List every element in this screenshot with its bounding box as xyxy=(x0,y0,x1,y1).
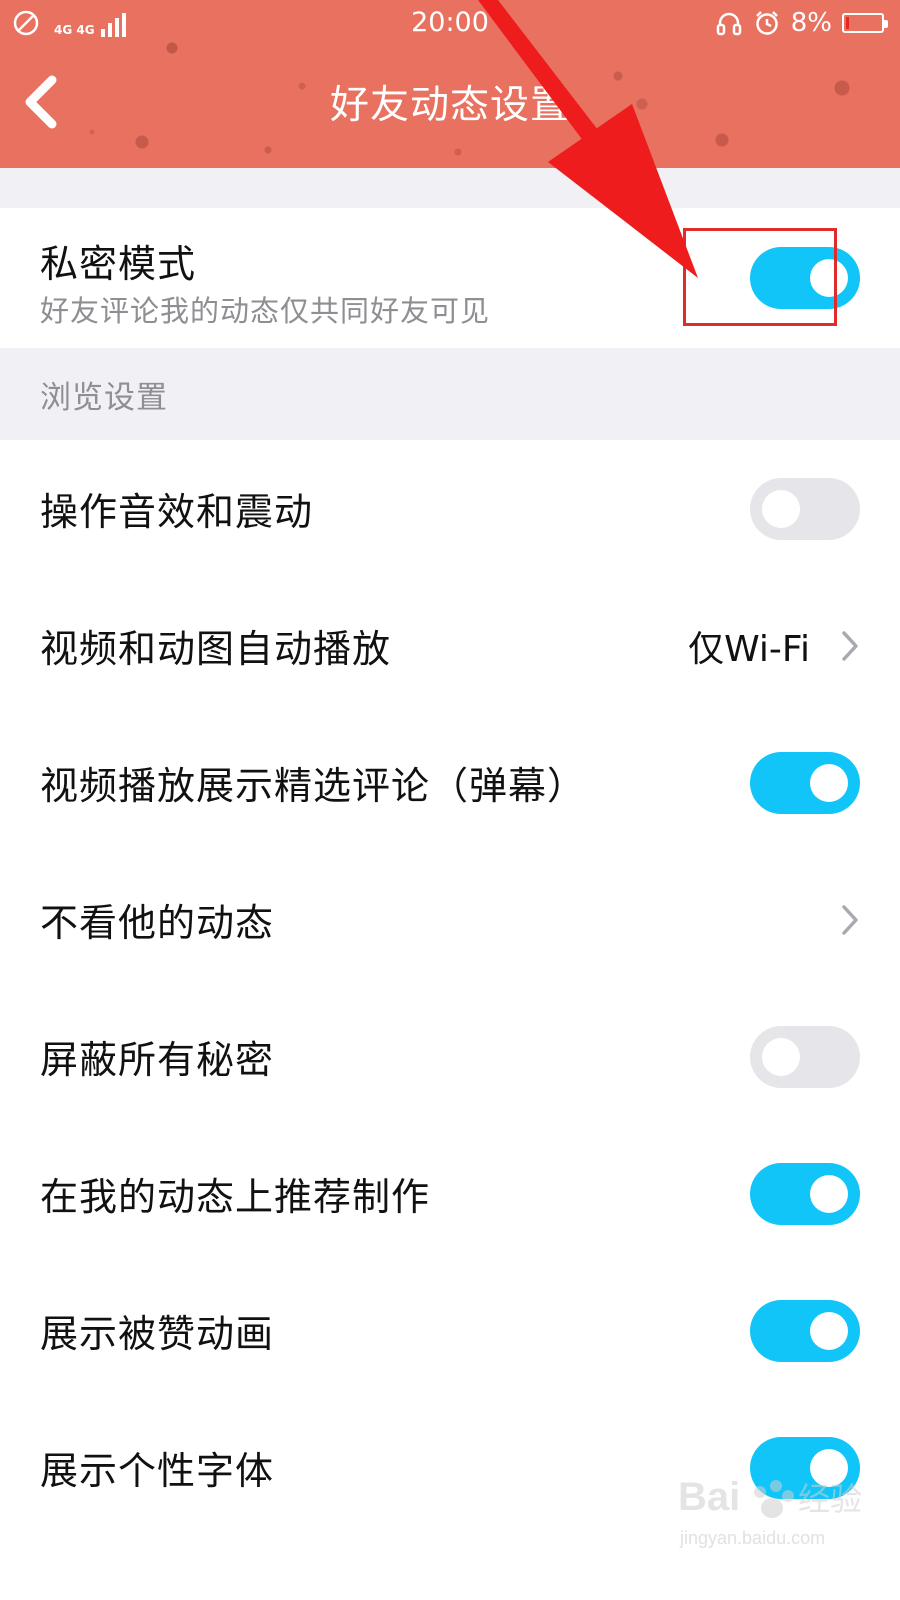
page-title: 好友动态设置 xyxy=(329,83,570,128)
battery-icon xyxy=(842,13,888,33)
section-spacer xyxy=(0,168,900,208)
like-animation-label: 展示被赞动画 xyxy=(40,1312,275,1356)
status-bar: 4G 4G 20:00 8% xyxy=(0,0,900,46)
toggle-knob xyxy=(762,489,800,528)
browse-section-title: 浏览设置 xyxy=(40,379,168,416)
hide-their-posts-label: 不看他的动态 xyxy=(40,901,275,945)
autoplay-row[interactable]: 视频和动图自动播放 仅Wi-Fi xyxy=(0,577,900,714)
baidu-watermark: Bai 经验 jingyan.baidu.com xyxy=(676,1466,872,1556)
settings-list: 私密模式 好友评论我的动态仅共同好友可见 浏览设置 操作音效和震动 视频和动图自… xyxy=(0,168,900,1536)
private-mode-description: 好友评论我的动态仅共同好友可见 xyxy=(40,294,491,328)
private-mode-label: 私密模式 xyxy=(40,241,197,286)
battery-percent: 8% xyxy=(790,8,832,38)
sound-vibration-label: 操作音效和震动 xyxy=(40,490,314,534)
danmaku-comments-label: 视频播放展示精选评论（弹幕） xyxy=(40,764,587,808)
hide-their-posts-row[interactable]: 不看他的动态 xyxy=(0,851,900,988)
baidu-logo: Bai 经验 xyxy=(678,1475,862,1519)
recommend-creation-label: 在我的动态上推荐制作 xyxy=(40,1175,431,1219)
block-secrets-toggle[interactable] xyxy=(750,1025,860,1088)
block-secrets-row[interactable]: 屏蔽所有秘密 xyxy=(0,988,900,1125)
sound-vibration-toggle[interactable] xyxy=(750,477,860,540)
svg-text:Bai: Bai xyxy=(678,1475,740,1519)
sound-vibration-row[interactable]: 操作音效和震动 xyxy=(0,440,900,577)
header-bar: 4G 4G 20:00 8% 好友动态设置 xyxy=(0,0,900,168)
toggle-knob xyxy=(810,763,848,802)
autoplay-value: 仅Wi-Fi xyxy=(688,628,810,670)
danmaku-comments-row[interactable]: 视频播放展示精选评论（弹幕） xyxy=(0,714,900,851)
chevron-right-icon xyxy=(842,630,858,661)
title-bar: 好友动态设置 xyxy=(0,46,900,166)
watermark-url: jingyan.baidu.com xyxy=(680,1528,826,1548)
toggle-knob xyxy=(810,1174,848,1213)
alarm-icon xyxy=(755,11,778,35)
highlight-box xyxy=(683,228,837,326)
danmaku-comments-toggle[interactable] xyxy=(750,751,860,814)
recommend-creation-row[interactable]: 在我的动态上推荐制作 xyxy=(0,1125,900,1262)
like-animation-row[interactable]: 展示被赞动画 xyxy=(0,1262,900,1399)
status-right: 8% xyxy=(715,6,890,40)
custom-font-label: 展示个性字体 xyxy=(40,1449,275,1493)
recommend-creation-toggle[interactable] xyxy=(750,1162,860,1225)
chevron-right-icon xyxy=(842,904,858,935)
svg-text:经验: 经验 xyxy=(798,1480,862,1518)
headphones-icon xyxy=(716,12,741,36)
browse-section-header: 浏览设置 xyxy=(0,348,900,440)
like-animation-toggle[interactable] xyxy=(750,1299,860,1362)
settings-screen: 4G 4G 20:00 8% 好友动态设置 私密模式 好友评论我的动态仅共同好友… xyxy=(0,0,900,1600)
toggle-knob xyxy=(810,1311,848,1350)
block-secrets-label: 屏蔽所有秘密 xyxy=(40,1038,275,1082)
battery-level xyxy=(846,17,849,29)
autoplay-label: 视频和动图自动播放 xyxy=(40,627,392,671)
toggle-knob xyxy=(762,1037,800,1076)
